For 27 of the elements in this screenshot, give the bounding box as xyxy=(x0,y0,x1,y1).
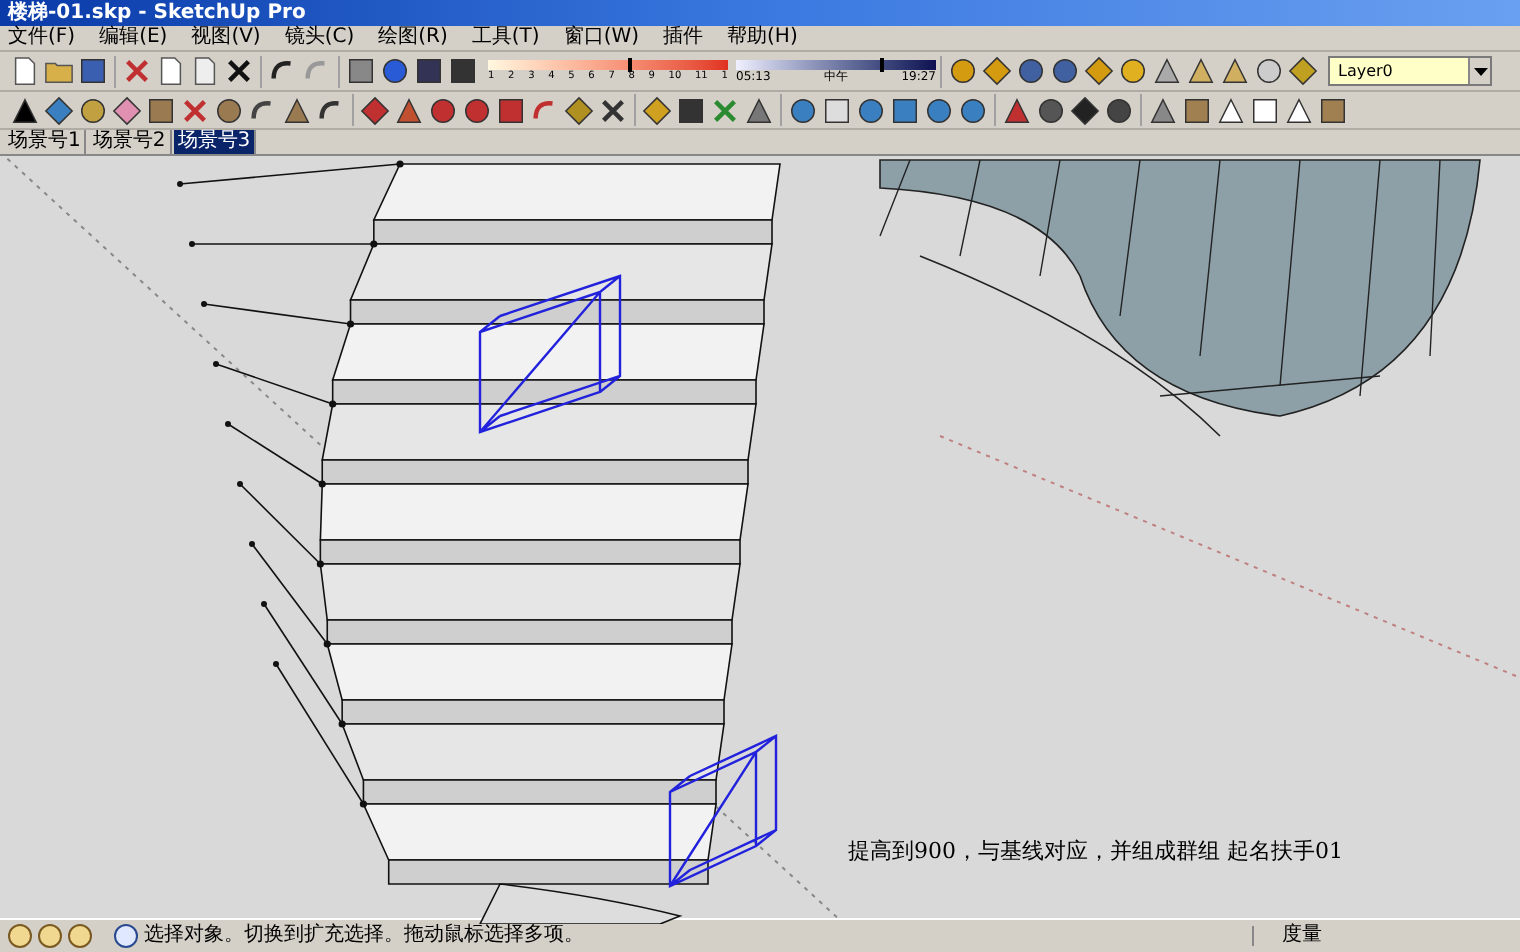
triangle-icon[interactable] xyxy=(280,93,314,127)
month-slider[interactable] xyxy=(488,60,728,70)
menu-item[interactable]: 视图(V) xyxy=(191,28,261,48)
status-message: 选择对象。切换到扩充选择。拖动鼠标选择多项。 xyxy=(144,926,586,946)
delete-icon[interactable] xyxy=(222,54,256,88)
layer-dropdown[interactable]: Layer0 xyxy=(1328,56,1492,86)
menu-item[interactable]: 窗口(W) xyxy=(563,28,640,48)
scene-tab[interactable]: 场景号1 xyxy=(4,130,87,154)
window-title: 楼梯-01.skp - SketchUp Pro xyxy=(8,3,306,23)
menu-item[interactable]: 绘图(R) xyxy=(378,28,448,48)
menu-item[interactable]: 编辑(E) xyxy=(99,28,168,48)
menu-item[interactable]: 工具(T) xyxy=(471,28,540,48)
sphere-icon[interactable] xyxy=(1252,54,1286,88)
viewport-canvas[interactable]: 提高到900，与基线对应，并组成群组 起名扶手01 xyxy=(0,154,1520,918)
menu-item[interactable]: 帮助(H) xyxy=(727,28,798,48)
rectangle-icon[interactable] xyxy=(144,93,178,127)
sphere-icon[interactable] xyxy=(1116,54,1150,88)
time-slider[interactable] xyxy=(736,59,936,69)
menu-item[interactable]: 插件 xyxy=(663,28,704,48)
scene-tab[interactable]: 场景号2 xyxy=(88,130,172,154)
circle-icon[interactable] xyxy=(212,93,246,127)
caption-text: 提高到900，与基线对应，并组成群组 起名扶手01 xyxy=(848,836,1343,868)
caret-icon xyxy=(1468,58,1490,84)
scene-tab[interactable]: 场景号3 xyxy=(173,130,257,154)
menu-item[interactable]: 文件(F) xyxy=(8,28,76,48)
menu-item[interactable]: 镜头(C) xyxy=(284,28,355,48)
measurements-label: 度量 xyxy=(1252,926,1512,946)
